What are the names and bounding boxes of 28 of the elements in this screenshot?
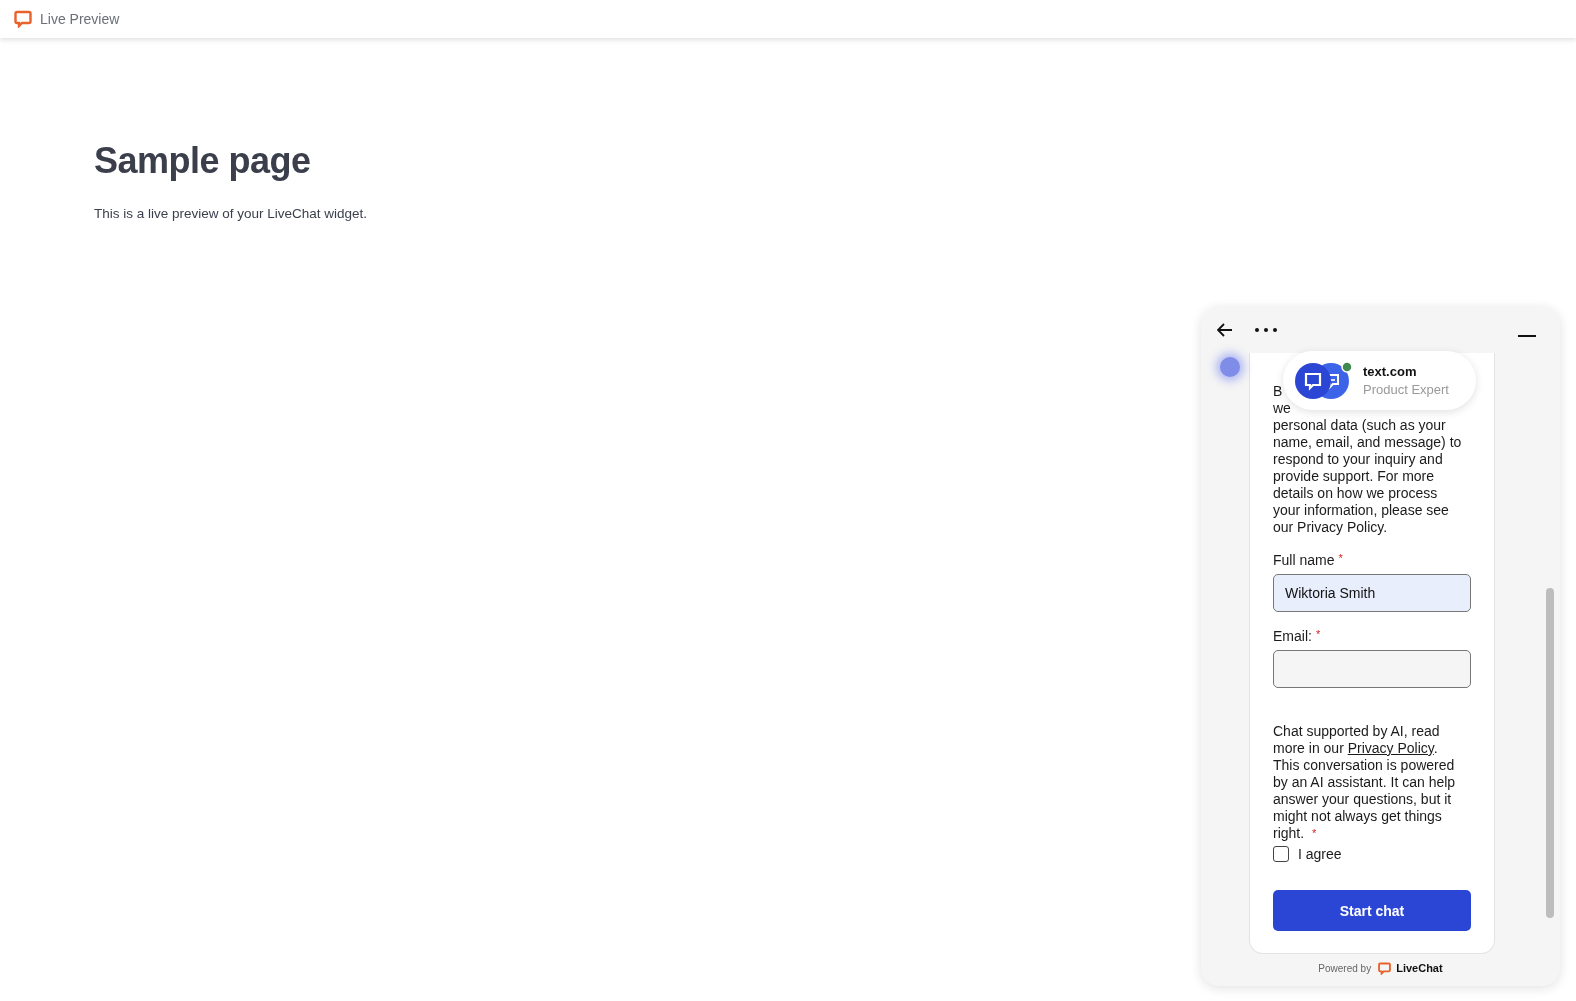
privacy-link[interactable]: Privacy Policy bbox=[1347, 740, 1434, 756]
chat-bubble-icon bbox=[1378, 961, 1392, 975]
chat-bubble-icon bbox=[14, 10, 32, 28]
checkbox[interactable] bbox=[1273, 846, 1289, 862]
brand-name: LiveChat bbox=[1396, 962, 1443, 974]
start-chat-button[interactable]: Start chat bbox=[1273, 890, 1471, 931]
consent-text-fragment: B bbox=[1273, 383, 1283, 400]
required-mark: * bbox=[1315, 628, 1321, 640]
app-title: Live Preview bbox=[40, 11, 120, 27]
required-mark: * bbox=[1338, 552, 1343, 564]
agent-role: Product Expert bbox=[1363, 382, 1449, 397]
chat-avatar-icon bbox=[1295, 362, 1331, 399]
input-field[interactable] bbox=[1273, 650, 1471, 688]
field-label: Full name bbox=[1273, 552, 1335, 568]
checkbox-label: I agree bbox=[1298, 846, 1342, 862]
avatar-icon bbox=[1220, 357, 1240, 377]
back-icon[interactable] bbox=[1217, 323, 1233, 337]
more-icon[interactable] bbox=[1255, 328, 1277, 332]
input-field[interactable]: Wiktoria Smith bbox=[1273, 574, 1471, 612]
ai-notice: Chat supported by AI, read more in our Privacy Policy. This conversation is powered by an AI assistant. It can help answer your questions, but it might not always get things right. * bbox=[1273, 723, 1457, 842]
page-text: This is a live preview of your LiveChat widget. bbox=[94, 206, 369, 221]
consent-text: personal data (such as your name, email, and message) to respond to your inquiry and provide support. For more details on how we process your information, please see our Privacy Policy. bbox=[1273, 417, 1463, 536]
agent-name: text.com bbox=[1363, 364, 1418, 379]
scrollbar-thumb[interactable] bbox=[1546, 588, 1554, 918]
page-heading: Sample page bbox=[94, 140, 312, 182]
field-label: Email: bbox=[1273, 628, 1312, 644]
powered-by-text: Powered by bbox=[1318, 962, 1372, 974]
consent-text-fragment: we bbox=[1273, 400, 1291, 417]
